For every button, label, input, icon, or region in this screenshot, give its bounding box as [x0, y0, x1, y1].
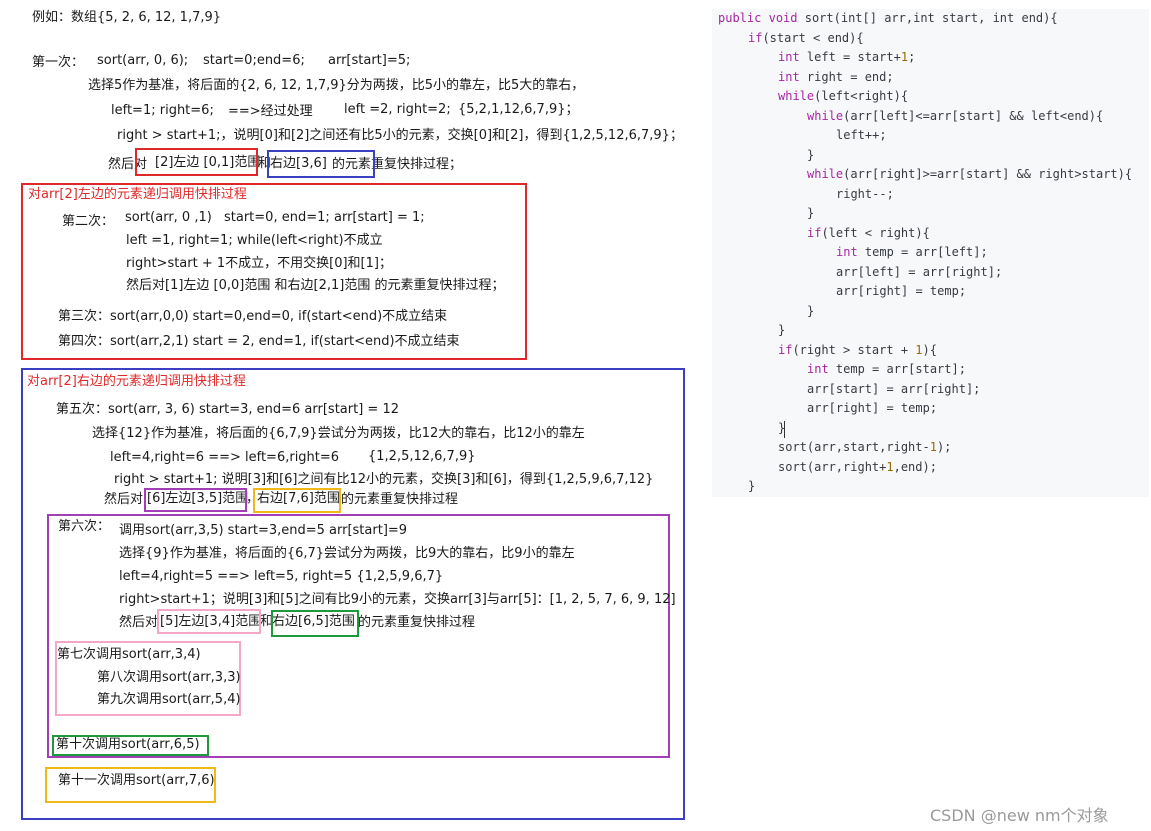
- pass10-line: 第十次调用sort(arr,6,5): [56, 737, 200, 752]
- pass5-line5e: 的元素重复快排过程: [341, 492, 459, 507]
- code-line-24: sort(arr,right+1,end);: [778, 459, 937, 474]
- right-section-title: 对arr[2]右边的元素递归调用快排过程: [27, 374, 246, 389]
- text-cursor: [784, 421, 785, 438]
- highlight-left-range: [135, 148, 258, 176]
- code-line-3: int left = start+1;: [778, 50, 916, 64]
- code-line-4: int right = end;: [778, 69, 894, 84]
- code-line-9: while(arr[right]>=arr[start] && right>st…: [807, 167, 1133, 181]
- pass6-line3: left=4,right=5 ==> left=5, right=5 {1,2,…: [119, 569, 444, 584]
- pass6-line1: 调用sort(arr,3,5) start=3,end=5 arr[start]…: [119, 523, 408, 538]
- pass5-line1: 第五次：sort(arr, 3, 6) start=3, end=6 arr[s…: [56, 402, 399, 417]
- watermark: CSDN @new nm个对象: [930, 806, 1109, 825]
- pass5-line2: 选择{12}作为基准，将后面的{6,7,9}尝试分为两拨，比12大的靠右，比12…: [92, 426, 585, 441]
- pass1-line3a: left=1; right=6;: [111, 103, 214, 118]
- code-block: public void sort(int[] arr,int start, in…: [712, 9, 1149, 497]
- code-line-18: if(right > start + 1){: [778, 342, 937, 357]
- code-line-13: int temp = arr[left];: [836, 245, 988, 259]
- pass5-line4: right > start+1; 说明[3]和[6]之间有比12小的元素，交换[…: [114, 472, 654, 487]
- code-line-15: arr[right] = temp;: [836, 284, 967, 298]
- example-line: 例如：数组{5, 2, 6, 12, 1,7,9}: [32, 10, 222, 25]
- code-line-20: arr[start] = arr[right];: [807, 381, 981, 396]
- highlight-pass6-right-range: [271, 610, 359, 637]
- code-line-16: }: [807, 303, 815, 318]
- highlight-pass5-right-range: [253, 488, 341, 513]
- pass2-pivot: arr[start] = 1;: [334, 210, 425, 225]
- code-line-19: int temp = arr[start];: [807, 362, 966, 376]
- code-line-6: while(arr[left]<=arr[start] && left<end)…: [807, 108, 1104, 123]
- pass3-line: 第三次：sort(arr,0,0) start=0,end=0, if(star…: [58, 309, 448, 324]
- pass1-line2: 选择5作为基准，将后面的{2, 6, 12, 1,7,9}分为两拨，比5小的靠左…: [88, 78, 585, 93]
- code-line-14: arr[left] = arr[right];: [836, 264, 1003, 279]
- highlight-pass6-left-range: [157, 609, 261, 634]
- pass2-call: sort(arr, 0 ,1): [125, 210, 212, 225]
- pass1-label: 第一次：: [32, 55, 85, 70]
- pass1-range: start=0;end=6;: [203, 53, 305, 68]
- pass1-line3d: {5,2,1,12,6,7,9}；: [458, 102, 579, 117]
- code-line-21: arr[right] = temp;: [807, 401, 938, 415]
- pass11-line: 第十一次调用sort(arr,7,6): [58, 773, 215, 788]
- pass2-line3: right>start + 1不成立，不用交换[0]和[1]；: [126, 256, 392, 271]
- pass1-line3c: left =2, right=2;: [344, 102, 451, 117]
- code-line-10: right--;: [836, 186, 894, 201]
- pass6-line4: right>start+1；说明[3]和[5]之间有比9小的元素，交换arr[3…: [119, 592, 676, 607]
- pass1-pivot: arr[start]=5;: [328, 53, 411, 68]
- code-line-17: }: [778, 323, 786, 337]
- pass2-line2: left =1, right=1; while(left<right)不成立: [126, 233, 383, 248]
- pass2-line4: 然后对[1]左边 [0,0]范围 和右边[2,1]范围 的元素重复快排过程；: [126, 278, 505, 293]
- pass6-label: 第六次：: [58, 519, 111, 534]
- pass6-line5a: 然后对: [119, 615, 159, 630]
- pass5-line3a: left=4,right=6 ==> left=6,right=6: [110, 450, 340, 465]
- pass2-label: 第二次：: [62, 214, 115, 229]
- code-line-5: while(left<right){: [778, 89, 909, 103]
- highlight-pass5-left-range: [144, 488, 247, 512]
- code-line-25: }: [748, 479, 756, 493]
- pass9-line: 第九次调用sort(arr,5,4): [97, 692, 241, 707]
- pass7-line: 第七次调用sort(arr,3,4): [57, 647, 201, 662]
- code-line-2: if(start < end){: [748, 30, 864, 45]
- pass2-range: start=0, end=1;: [224, 210, 330, 225]
- pass1-line4: right > start+1;，说明[0]和[2]之间还有比5小的元素，交换[…: [117, 128, 683, 143]
- highlight-right-range: [267, 150, 375, 178]
- code-line-23: sort(arr,start,right-1);: [778, 440, 952, 454]
- code-line-7: left++;: [836, 128, 887, 142]
- pass6-line5e: 的元素重复快排过程: [358, 615, 476, 630]
- pass5-line5a: 然后对: [104, 492, 144, 507]
- left-section-title: 对arr[2]左边的元素递归调用快排过程: [28, 187, 247, 202]
- pass5-line3b: {1,2,5,12,6,7,9}: [368, 449, 476, 464]
- code-line-12: if(left < right){: [807, 225, 930, 240]
- code-line-8: }: [807, 147, 815, 162]
- pass1-line3b: ==>经过处理: [228, 104, 313, 119]
- pass1-call: sort(arr, 0, 6);: [97, 53, 189, 68]
- pass8-line: 第八次调用sort(arr,3,3): [97, 670, 241, 685]
- code-line: public void sort(int[] arr,int start, in…: [718, 11, 1058, 25]
- pass6-line2: 选择{9}作为基准，将后面的{6,7}尝试分为两拨，比9大的靠右，比9小的靠左: [119, 546, 575, 561]
- code-line-11: }: [807, 206, 815, 220]
- pass4-line: 第四次：sort(arr,2,1) start = 2, end=1, if(s…: [58, 334, 460, 349]
